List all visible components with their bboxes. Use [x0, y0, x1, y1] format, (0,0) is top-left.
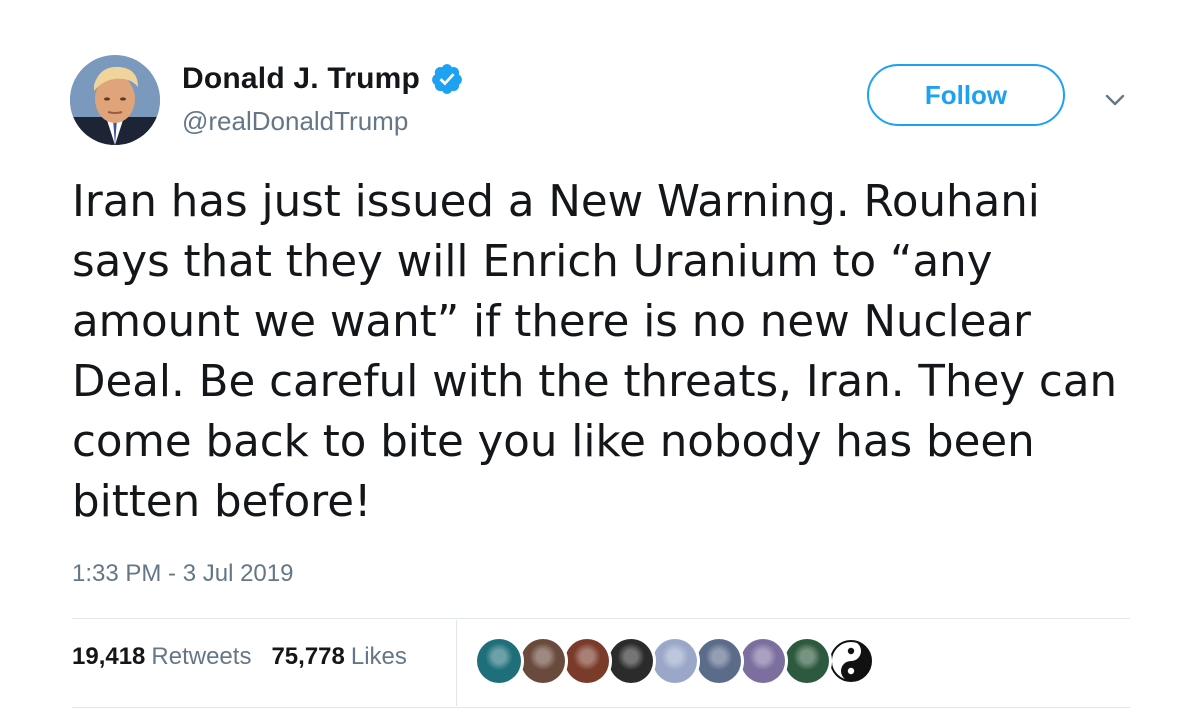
avatar-image [785, 639, 829, 683]
likes-stat[interactable]: 75,778 Likes [271, 643, 406, 671]
liker-avatar-2[interactable] [518, 636, 568, 686]
divider-bottom [72, 707, 1130, 708]
likes-label: Likes [350, 643, 407, 670]
chevron-down-icon[interactable] [1100, 88, 1130, 112]
tweet-timestamp[interactable]: 1:33 PM - 3 Jul 2019 [72, 560, 293, 588]
avatar-image [741, 639, 785, 683]
author-avatar[interactable] [70, 55, 160, 145]
liker-avatar-4[interactable] [606, 636, 656, 686]
liker-avatar-7[interactable] [738, 636, 788, 686]
liker-avatar-5[interactable] [650, 636, 700, 686]
avatar-image [521, 639, 565, 683]
avatar-image [829, 639, 873, 683]
avatar-image [477, 639, 521, 683]
liker-avatar-1[interactable] [474, 636, 524, 686]
avatar-image [609, 639, 653, 683]
likers-avatar-row [474, 636, 876, 686]
liker-avatar-3[interactable] [562, 636, 612, 686]
divider-top [72, 618, 1130, 619]
author-display-name[interactable]: Donald J. Trump [182, 62, 420, 96]
likes-count: 75,778 [271, 643, 345, 670]
liker-avatar-8[interactable] [782, 636, 832, 686]
avatar-image [697, 639, 741, 683]
retweets-label: Retweets [151, 643, 252, 670]
liker-avatar-9[interactable] [826, 636, 876, 686]
avatar-image [653, 639, 697, 683]
stats-separator [456, 620, 457, 706]
follow-button[interactable]: Follow [867, 64, 1065, 126]
tweet-text: Iran has just issued a New Warning. Rouh… [72, 177, 1118, 527]
tweet-stats: 19,418 Retweets 75,778 Likes [72, 643, 427, 671]
retweets-stat[interactable]: 19,418 Retweets [72, 643, 251, 671]
liker-avatar-6[interactable] [694, 636, 744, 686]
avatar-image [565, 639, 609, 683]
avatar-portrait [70, 55, 160, 145]
verified-badge-icon [430, 62, 464, 96]
retweets-count: 19,418 [72, 643, 146, 670]
author-handle[interactable]: @realDonaldTrump [182, 106, 408, 137]
tweet-card: Donald J. Trump @realDonaldTrump Follow … [0, 0, 1200, 715]
author-name-row: Donald J. Trump [182, 62, 464, 96]
